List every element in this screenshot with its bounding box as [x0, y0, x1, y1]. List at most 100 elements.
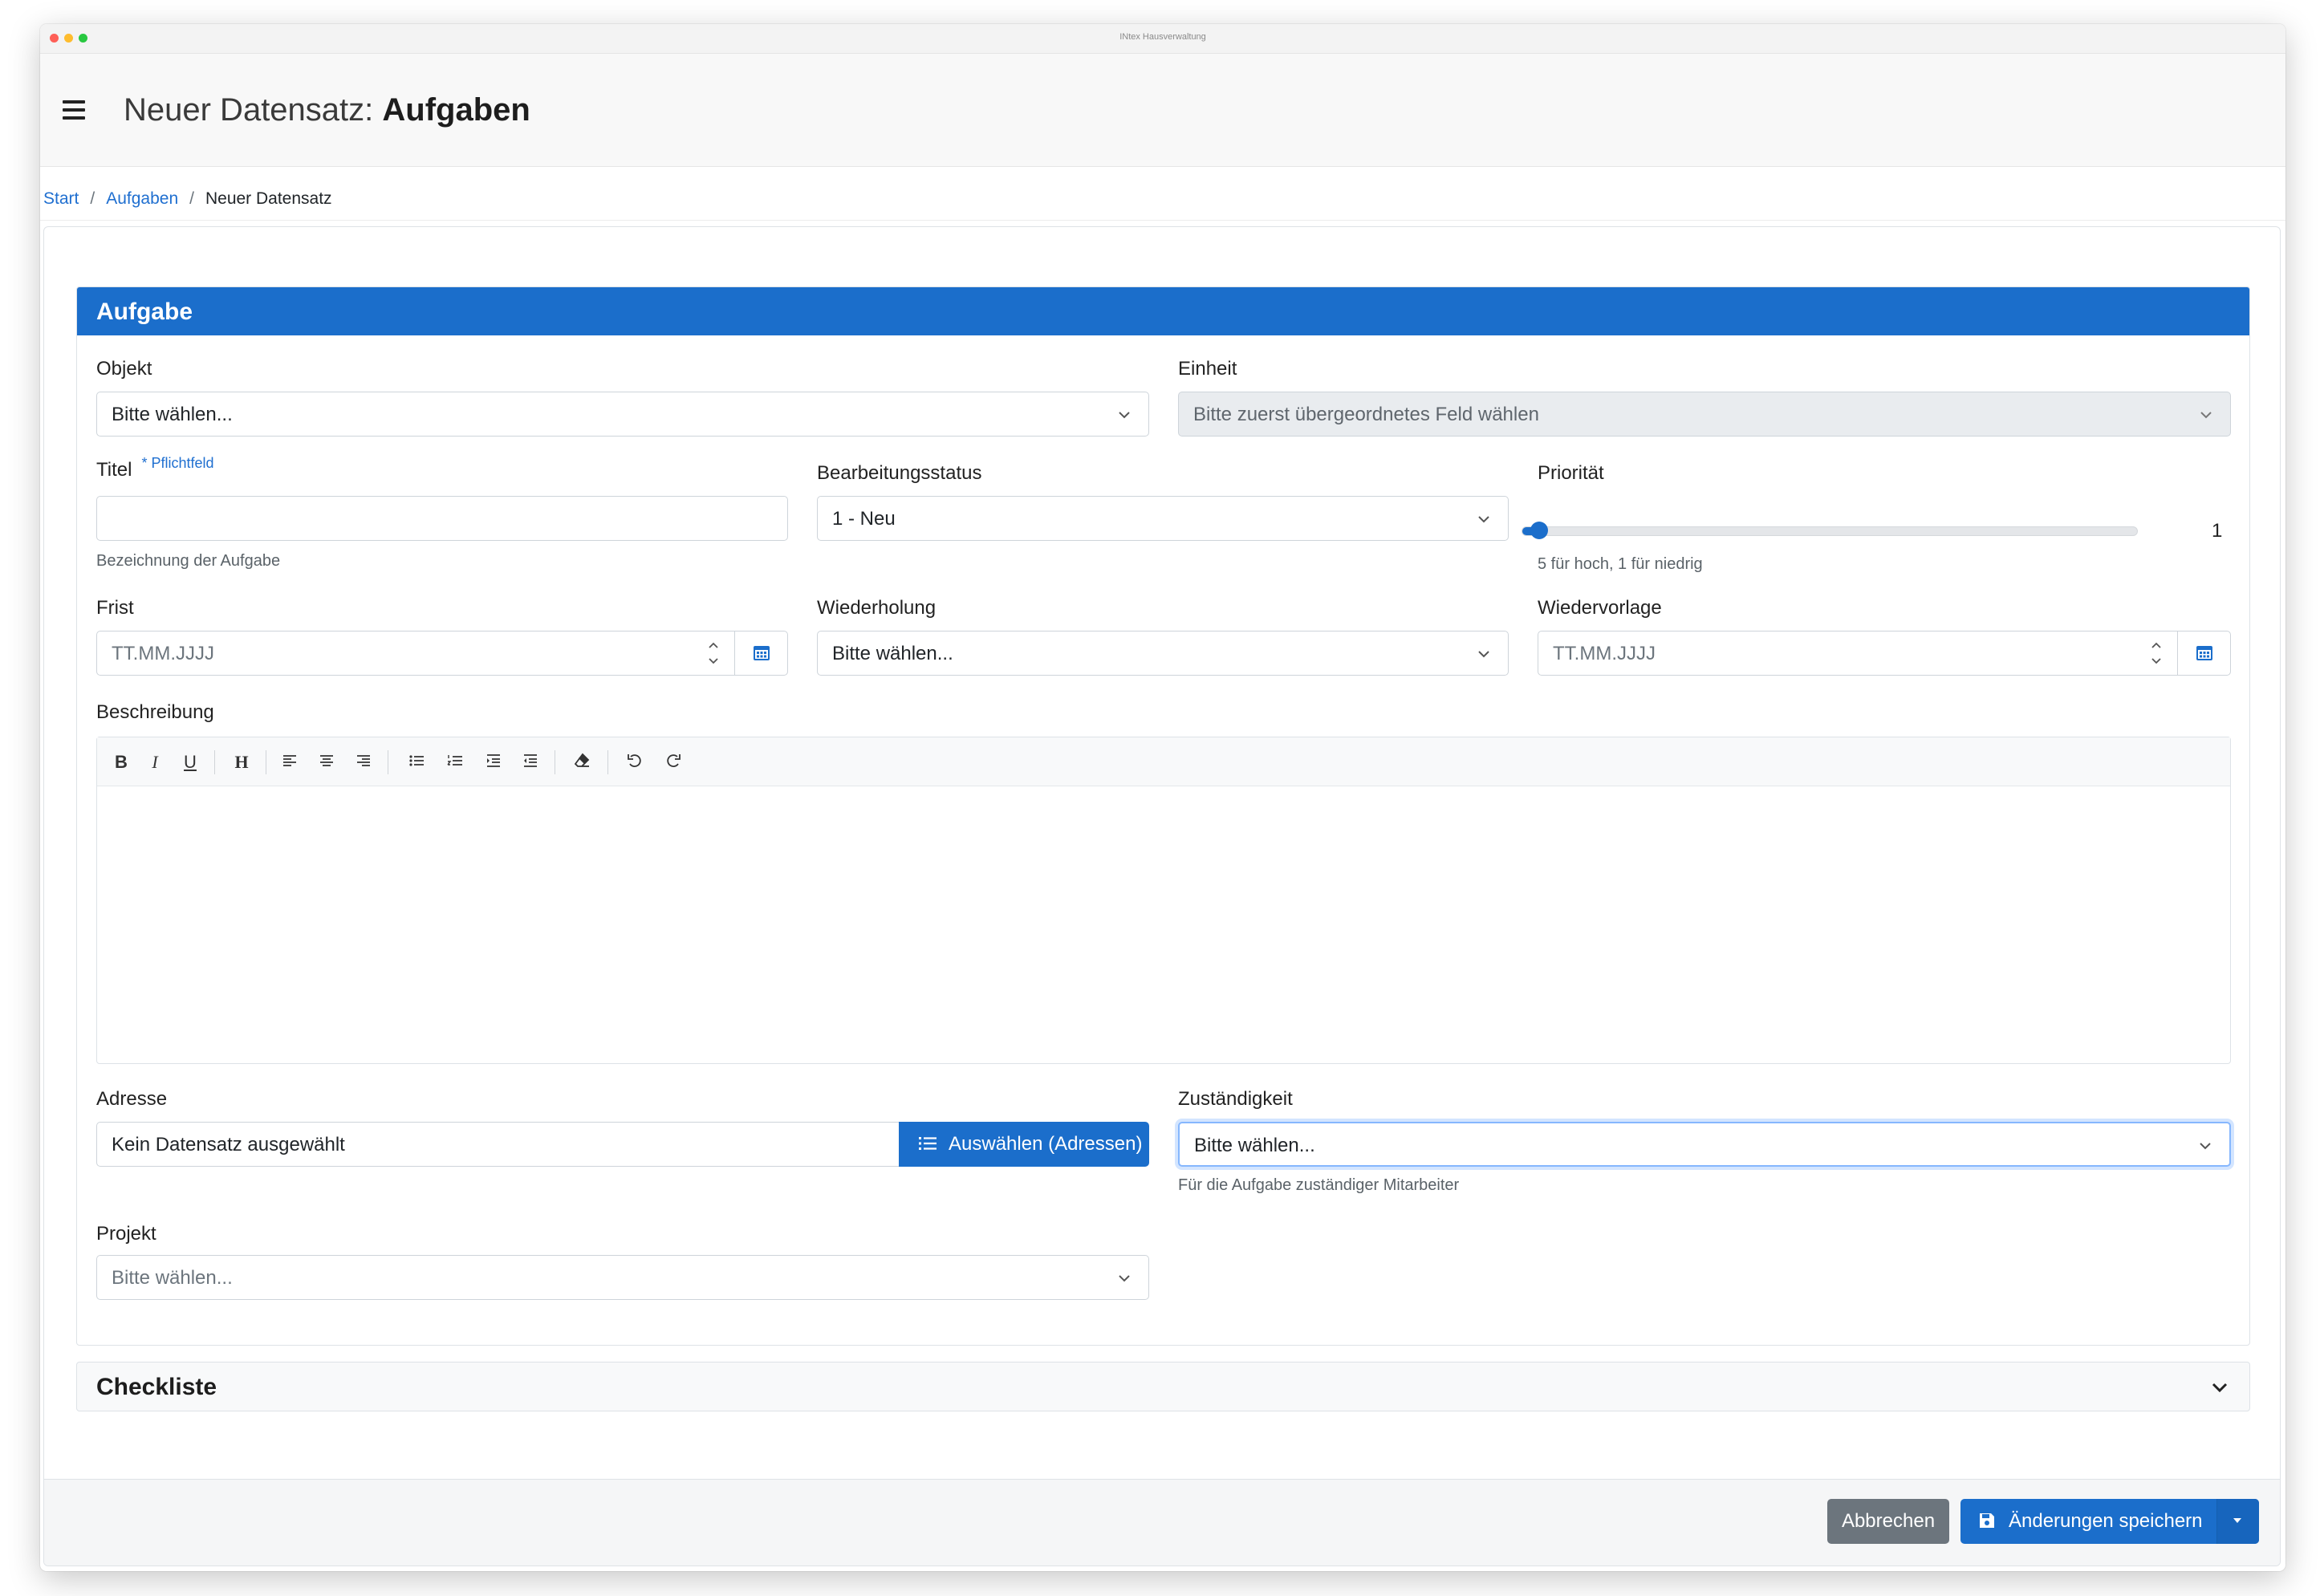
breadcrumb-tasks-link[interactable]: Aufgaben: [106, 189, 178, 208]
toolbar-separator: [607, 750, 608, 774]
titel-label-text: Titel: [96, 459, 132, 481]
undo-icon: [628, 754, 641, 767]
numbered-list-icon: [447, 755, 462, 766]
checkliste-accordion[interactable]: Checkliste: [76, 1362, 2250, 1411]
align-center-icon: [320, 755, 333, 766]
caret-down-icon: [2233, 1518, 2241, 1523]
projekt-select[interactable]: Bitte wählen...: [96, 1255, 1149, 1300]
frist-label: Frist: [96, 597, 134, 619]
outdent-icon: [524, 754, 537, 767]
section-title: Aufgabe: [96, 298, 193, 325]
objekt-select-value: Bitte wählen...: [112, 404, 233, 425]
required-marker: * Pflichtfeld: [141, 455, 214, 471]
zustaendigkeit-label: Zuständigkeit: [1178, 1088, 1293, 1110]
align-left-button[interactable]: [278, 752, 301, 773]
projekt-placeholder: Bitte wählen...: [112, 1267, 233, 1289]
window-title: INtex Hausverwaltung: [1119, 32, 1206, 42]
zustaendigkeit-select[interactable]: Bitte wählen...: [1178, 1122, 2231, 1167]
status-select-value: 1 - Neu: [832, 508, 896, 530]
spinner-icon[interactable]: [705, 636, 721, 670]
section-header: Aufgabe: [77, 287, 2249, 335]
wiedervorlage-label: Wiedervorlage: [1538, 597, 1662, 619]
cancel-button[interactable]: Abbrechen: [1827, 1499, 1949, 1544]
bullet-list-button[interactable]: [405, 752, 428, 773]
chevron-down-icon: [2200, 412, 2212, 419]
projekt-label: Projekt: [96, 1223, 156, 1245]
frist-input[interactable]: TT.MM.JJJJ: [96, 631, 788, 676]
chevron-down-icon: [2212, 1383, 2228, 1393]
menu-icon[interactable]: [63, 100, 87, 121]
einheit-label: Einheit: [1178, 358, 1237, 380]
titel-input[interactable]: [96, 496, 788, 541]
align-center-button[interactable]: [315, 752, 338, 773]
wiedervorlage-calendar-button[interactable]: [2177, 631, 2232, 676]
task-section: Aufgabe Objekt Bitte wählen... Einheit B…: [76, 286, 2250, 1346]
checkliste-title: Checkliste: [96, 1374, 217, 1400]
frist-calendar-button[interactable]: [734, 631, 789, 676]
editor-toolbar: B I U H: [97, 737, 2230, 786]
prioritaet-hint: 5 für hoch, 1 für niedrig: [1538, 555, 1703, 573]
align-left-icon: [283, 755, 296, 766]
breadcrumb-separator: /: [90, 189, 95, 208]
page-title-prefix: Neuer Datensatz:: [124, 92, 374, 128]
status-label: Bearbeitungsstatus: [817, 462, 982, 484]
prioritaet-label: Priorität: [1538, 462, 1604, 484]
app-window: INtex Hausverwaltung Neuer Datensatz: Au…: [40, 24, 2285, 1571]
wiederholung-select[interactable]: Bitte wählen...: [817, 631, 1509, 676]
save-options-toggle[interactable]: [2216, 1499, 2259, 1544]
redo-icon: [667, 754, 681, 767]
select-address-button[interactable]: Auswählen (Adressen): [899, 1122, 1149, 1167]
prioritaet-slider-handle[interactable]: [1530, 522, 1548, 539]
undo-button[interactable]: [624, 752, 646, 773]
zustaendigkeit-select-value: Bitte wählen...: [1194, 1135, 1315, 1156]
status-select[interactable]: 1 - Neu: [817, 496, 1509, 541]
frist-placeholder: TT.MM.JJJJ: [112, 643, 214, 664]
einheit-select-value: Bitte zuerst übergeordnetes Feld wählen: [1193, 404, 1539, 425]
save-button[interactable]: Änderungen speichern: [1960, 1499, 2259, 1544]
form-card: Aufgabe Objekt Bitte wählen... Einheit B…: [43, 226, 2281, 1566]
beschreibung-editor[interactable]: B I U H: [96, 737, 2231, 1064]
align-right-button[interactable]: [352, 752, 375, 773]
redo-button[interactable]: [662, 752, 685, 773]
bold-button[interactable]: B: [110, 752, 132, 773]
heading-button[interactable]: H: [230, 752, 253, 773]
underline-button[interactable]: U: [179, 752, 201, 773]
clear-format-button[interactable]: [571, 752, 593, 773]
wiederholung-label: Wiederholung: [817, 597, 937, 619]
prioritaet-slider[interactable]: [1522, 522, 2138, 539]
save-icon: [1980, 1513, 1994, 1528]
breadcrumb-current: Neuer Datensatz: [205, 189, 332, 208]
indent-icon: [487, 754, 500, 767]
eraser-icon: [574, 753, 590, 767]
prioritaet-value: 1: [2212, 520, 2223, 542]
select-address-button-label: Auswählen (Adressen): [949, 1133, 1143, 1155]
adresse-input: Kein Datensatz ausgewählt: [96, 1122, 900, 1167]
page-header: Neuer Datensatz: Aufgaben: [40, 54, 2285, 167]
chevron-down-icon: [1478, 651, 1489, 658]
beschreibung-label: Beschreibung: [96, 701, 214, 723]
list-icon: [919, 1137, 937, 1150]
window-titlebar: INtex Hausverwaltung: [40, 24, 2285, 54]
form-footer: Abbrechen Änderungen speichern: [44, 1479, 2280, 1566]
objekt-label: Objekt: [96, 358, 152, 380]
objekt-select[interactable]: Bitte wählen...: [96, 392, 1149, 437]
wiedervorlage-input[interactable]: TT.MM.JJJJ: [1538, 631, 2231, 676]
einheit-select: Bitte zuerst übergeordnetes Feld wählen: [1178, 392, 2231, 437]
adresse-label: Adresse: [96, 1088, 168, 1110]
numbered-list-button[interactable]: [444, 752, 466, 773]
toolbar-separator: [214, 750, 215, 774]
chevron-down-icon: [1119, 1275, 1130, 1282]
indent-button[interactable]: [482, 752, 505, 773]
breadcrumb-separator: /: [189, 189, 194, 208]
breadcrumb-start-link[interactable]: Start: [43, 189, 79, 208]
wiedervorlage-placeholder: TT.MM.JJJJ: [1553, 643, 1656, 664]
align-right-icon: [357, 755, 370, 766]
save-button-label: Änderungen speichern: [2009, 1510, 2203, 1532]
bullet-list-icon: [409, 755, 424, 766]
italic-button[interactable]: I: [144, 752, 166, 773]
breadcrumb: Start / Aufgaben / Neuer Datensatz: [43, 189, 332, 209]
outdent-button[interactable]: [519, 752, 542, 773]
titel-label: Titel * Pflichtfeld: [96, 455, 214, 481]
chevron-down-icon: [2200, 1143, 2211, 1150]
spinner-icon[interactable]: [2148, 636, 2164, 670]
